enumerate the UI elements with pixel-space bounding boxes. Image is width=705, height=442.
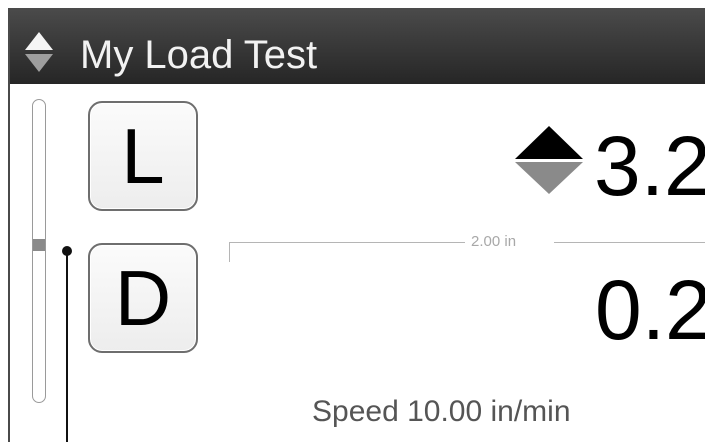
position-slider-thumb[interactable] [33,239,45,251]
pointer-dot [62,246,72,256]
scale-line-left [229,242,465,243]
load-reading: 3.2 [594,119,705,213]
scale-label: 2.00 in [471,233,517,250]
page-title: My Load Test [80,33,318,77]
displacement-reading: 0.2 [595,263,705,357]
position-slider-track[interactable] [32,99,46,403]
scale-line-right [554,242,705,243]
load-mode-button[interactable]: L [88,101,198,211]
left-frame-divider [8,8,10,442]
speed-status: Speed 10.00 in/min [312,395,571,428]
load-test-screen: My Load Test L D 3.2 2.00 in 0.2 Speed 1… [0,0,705,442]
up-down-arrow-icon [25,32,53,72]
pointer-line [66,250,68,442]
scale-tick [229,242,230,262]
title-bar: My Load Test [8,8,705,84]
up-down-arrow-icon [515,126,583,194]
displacement-mode-button[interactable]: D [88,243,198,353]
